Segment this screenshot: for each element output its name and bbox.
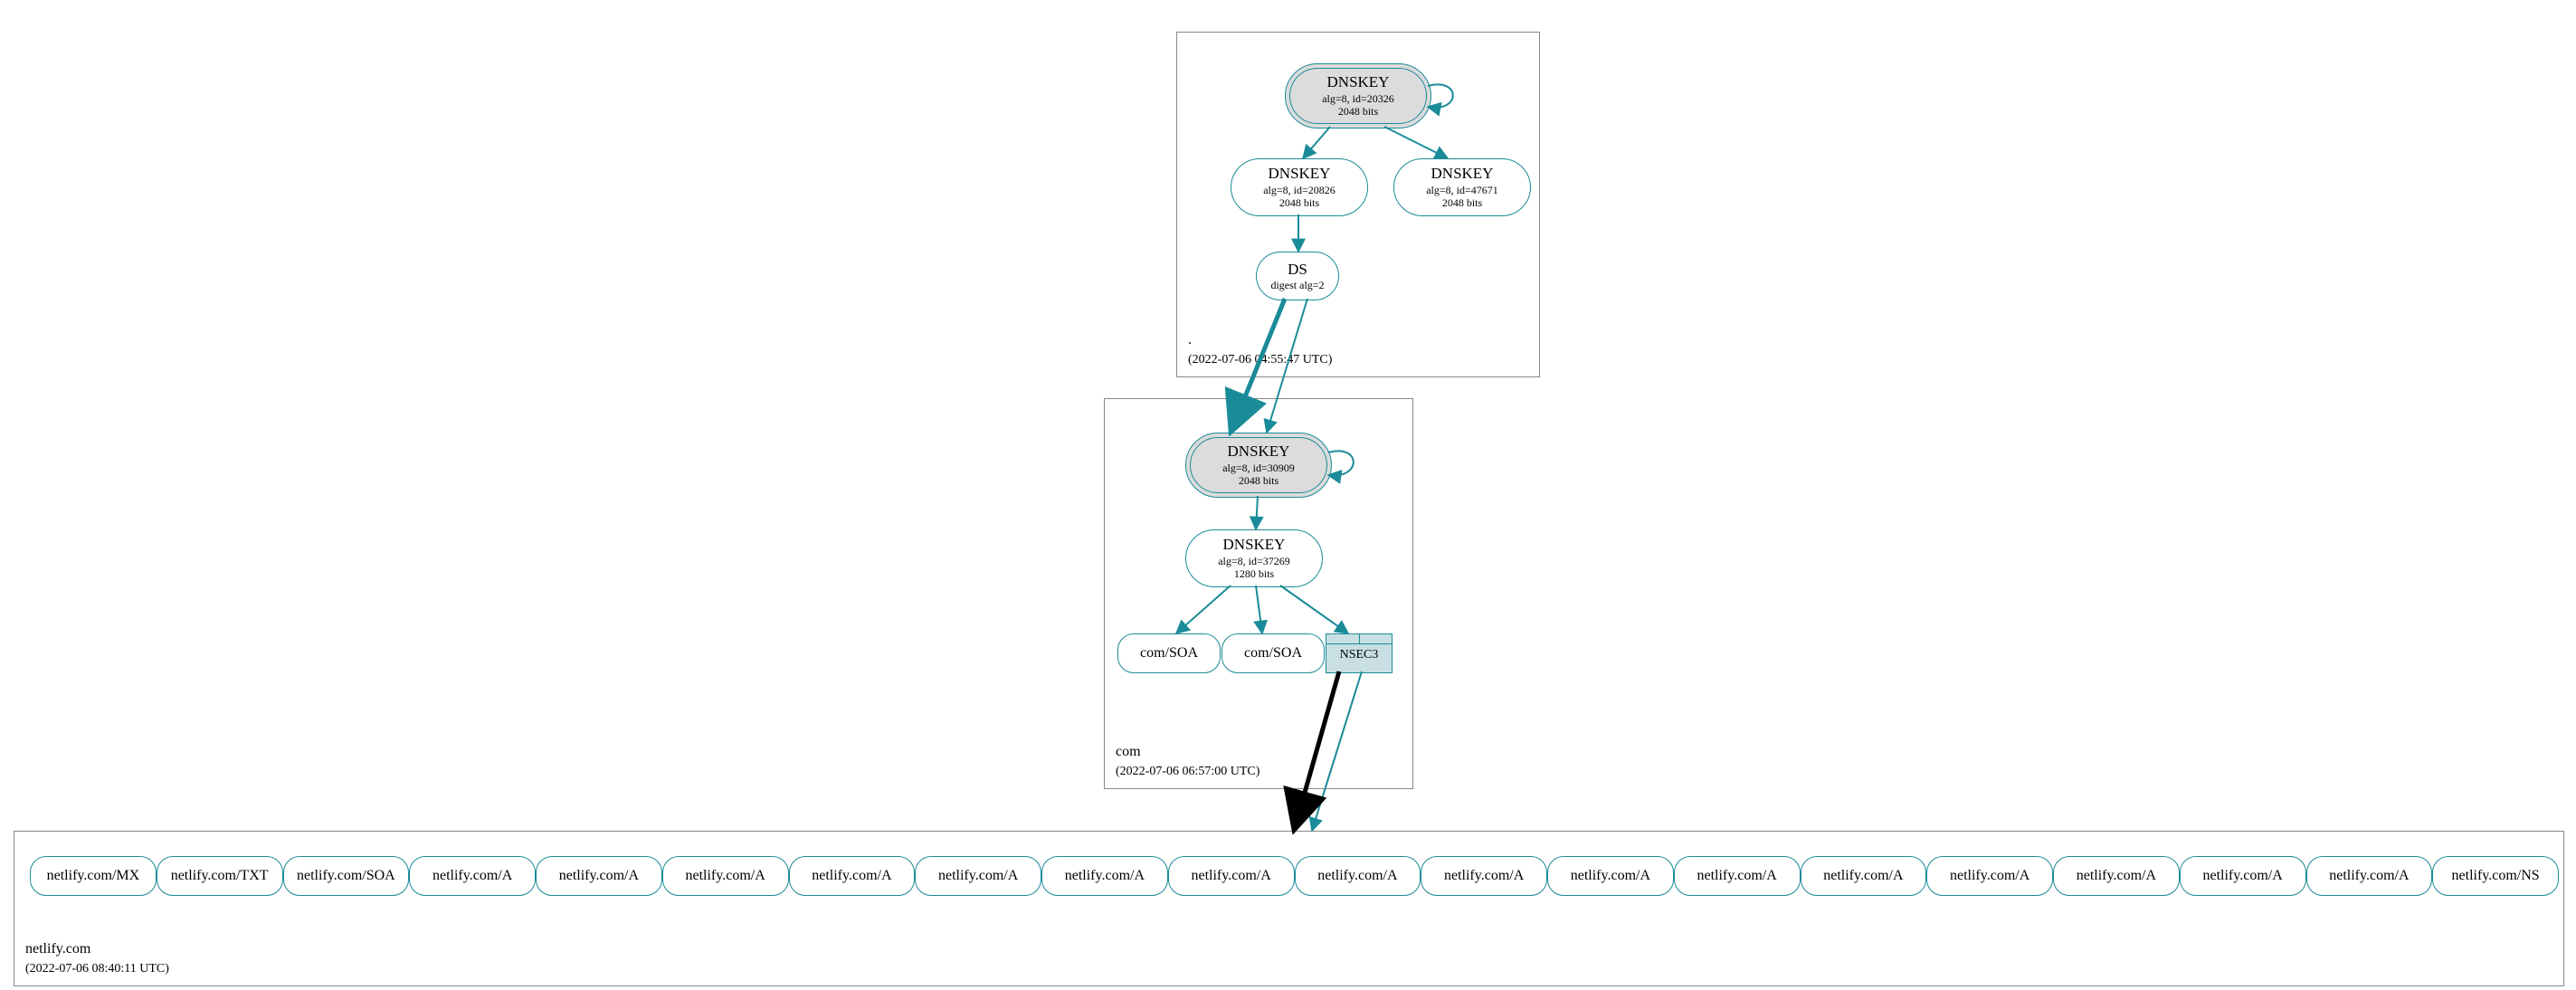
netlify-record-label: netlify.com/A: [2077, 868, 2156, 884]
netlify-record: netlify.com/A: [915, 856, 1041, 896]
netlify-record: netlify.com/A: [1295, 856, 1421, 896]
com-soa-1-label: com/SOA: [1140, 645, 1198, 662]
root-ksk-sub2: 2048 bits: [1290, 105, 1426, 118]
netlify-record-label: netlify.com/NS: [2452, 868, 2540, 884]
netlify-record-label: netlify.com/A: [1317, 868, 1397, 884]
netlify-record-label: netlify.com/A: [1065, 868, 1145, 884]
netlify-record: netlify.com/A: [1547, 856, 1674, 896]
root-ds: DS digest alg=2: [1256, 252, 1339, 300]
netlify-record-label: netlify.com/SOA: [297, 868, 395, 884]
root-ksk-title: DNSKEY: [1290, 73, 1426, 91]
zone-root-name: .: [1188, 332, 1192, 347]
netlify-record: netlify.com/SOA: [283, 856, 410, 896]
com-zsk-title: DNSKEY: [1186, 536, 1322, 554]
netlify-record: netlify.com/A: [1801, 856, 1927, 896]
netlify-record-label: netlify.com/A: [2329, 868, 2409, 884]
zone-netlify-name: netlify.com: [25, 941, 90, 957]
com-ksk-sub2: 2048 bits: [1191, 474, 1326, 487]
netlify-record: netlify.com/MX: [30, 856, 157, 896]
com-ksk-dnskey: DNSKEY alg=8, id=30909 2048 bits: [1185, 433, 1332, 498]
netlify-record: netlify.com/A: [1674, 856, 1801, 896]
root-zsk2-sub2: 2048 bits: [1394, 196, 1530, 209]
root-ds-title: DS: [1257, 261, 1338, 279]
com-soa-2-label: com/SOA: [1244, 645, 1302, 662]
netlify-record-label: netlify.com/A: [1571, 868, 1650, 884]
root-ds-sub1: digest alg=2: [1257, 279, 1338, 291]
netlify-record: netlify.com/TXT: [157, 856, 283, 896]
netlify-record-label: netlify.com/A: [685, 868, 765, 884]
root-zsk-title: DNSKEY: [1231, 165, 1367, 183]
netlify-record-label: netlify.com/A: [812, 868, 891, 884]
root-zsk-sub1: alg=8, id=20826: [1231, 184, 1367, 196]
netlify-record-label: netlify.com/A: [433, 868, 512, 884]
netlify-record-label: netlify.com/A: [1444, 868, 1524, 884]
com-ksk-title: DNSKEY: [1191, 443, 1326, 461]
netlify-record: netlify.com/A: [2053, 856, 2180, 896]
netlify-record: netlify.com/A: [1926, 856, 2053, 896]
zone-root-timestamp: (2022-07-06 04:55:47 UTC): [1188, 353, 1332, 366]
com-nsec3: NSEC3: [1326, 633, 1393, 673]
com-ksk-sub1: alg=8, id=30909: [1191, 462, 1326, 474]
com-zsk-sub1: alg=8, id=37269: [1186, 555, 1322, 567]
netlify-record-label: netlify.com/A: [1823, 868, 1903, 884]
netlify-record: netlify.com/NS: [2432, 856, 2559, 896]
zone-com-timestamp: (2022-07-06 06:57:00 UTC): [1116, 765, 1259, 778]
root-zsk2-title: DNSKEY: [1394, 165, 1530, 183]
netlify-record: netlify.com/A: [1168, 856, 1295, 896]
zone-netlify-label: netlify.com (2022-07-06 08:40:11 UTC): [25, 940, 169, 978]
netlify-record-label: netlify.com/A: [1697, 868, 1776, 884]
root-zsk2-dnskey: DNSKEY alg=8, id=47671 2048 bits: [1393, 158, 1531, 216]
com-soa-2: com/SOA: [1221, 633, 1325, 673]
com-zsk-sub2: 1280 bits: [1186, 567, 1322, 580]
netlify-record-label: netlify.com/A: [1950, 868, 2029, 884]
zone-com-name: com: [1116, 744, 1141, 759]
root-zsk-dnskey: DNSKEY alg=8, id=20826 2048 bits: [1231, 158, 1368, 216]
netlify-record-label: netlify.com/A: [1191, 868, 1270, 884]
zone-netlify: netlify.com (2022-07-06 08:40:11 UTC): [14, 831, 2564, 986]
root-zsk-sub2: 2048 bits: [1231, 196, 1367, 209]
com-soa-1: com/SOA: [1117, 633, 1221, 673]
com-nsec3-label: NSEC3: [1326, 644, 1392, 666]
netlify-record: netlify.com/A: [2180, 856, 2306, 896]
zone-netlify-timestamp: (2022-07-06 08:40:11 UTC): [25, 962, 169, 976]
netlify-record: netlify.com/A: [536, 856, 662, 896]
dnssec-diagram: . (2022-07-06 04:55:47 UTC) com (2022-07…: [0, 0, 2576, 990]
netlify-record: netlify.com/A: [662, 856, 789, 896]
netlify-record-label: netlify.com/A: [559, 868, 639, 884]
root-ksk-dnskey: DNSKEY alg=8, id=20326 2048 bits: [1285, 63, 1431, 129]
netlify-record-label: netlify.com/TXT: [171, 868, 269, 884]
netlify-record: netlify.com/A: [2306, 856, 2433, 896]
netlify-record: netlify.com/A: [1041, 856, 1168, 896]
zone-root-label: . (2022-07-06 04:55:47 UTC): [1188, 331, 1332, 369]
netlify-record-label: netlify.com/MX: [47, 868, 140, 884]
com-zsk-dnskey: DNSKEY alg=8, id=37269 1280 bits: [1185, 529, 1323, 587]
netlify-record-label: netlify.com/A: [2202, 868, 2282, 884]
root-ksk-sub1: alg=8, id=20326: [1290, 92, 1426, 105]
root-zsk2-sub1: alg=8, id=47671: [1394, 184, 1530, 196]
netlify-record-label: netlify.com/A: [938, 868, 1018, 884]
zone-com-label: com (2022-07-06 06:57:00 UTC): [1116, 743, 1259, 781]
netlify-record: netlify.com/A: [409, 856, 536, 896]
netlify-record: netlify.com/A: [1421, 856, 1547, 896]
netlify-record: netlify.com/A: [789, 856, 916, 896]
